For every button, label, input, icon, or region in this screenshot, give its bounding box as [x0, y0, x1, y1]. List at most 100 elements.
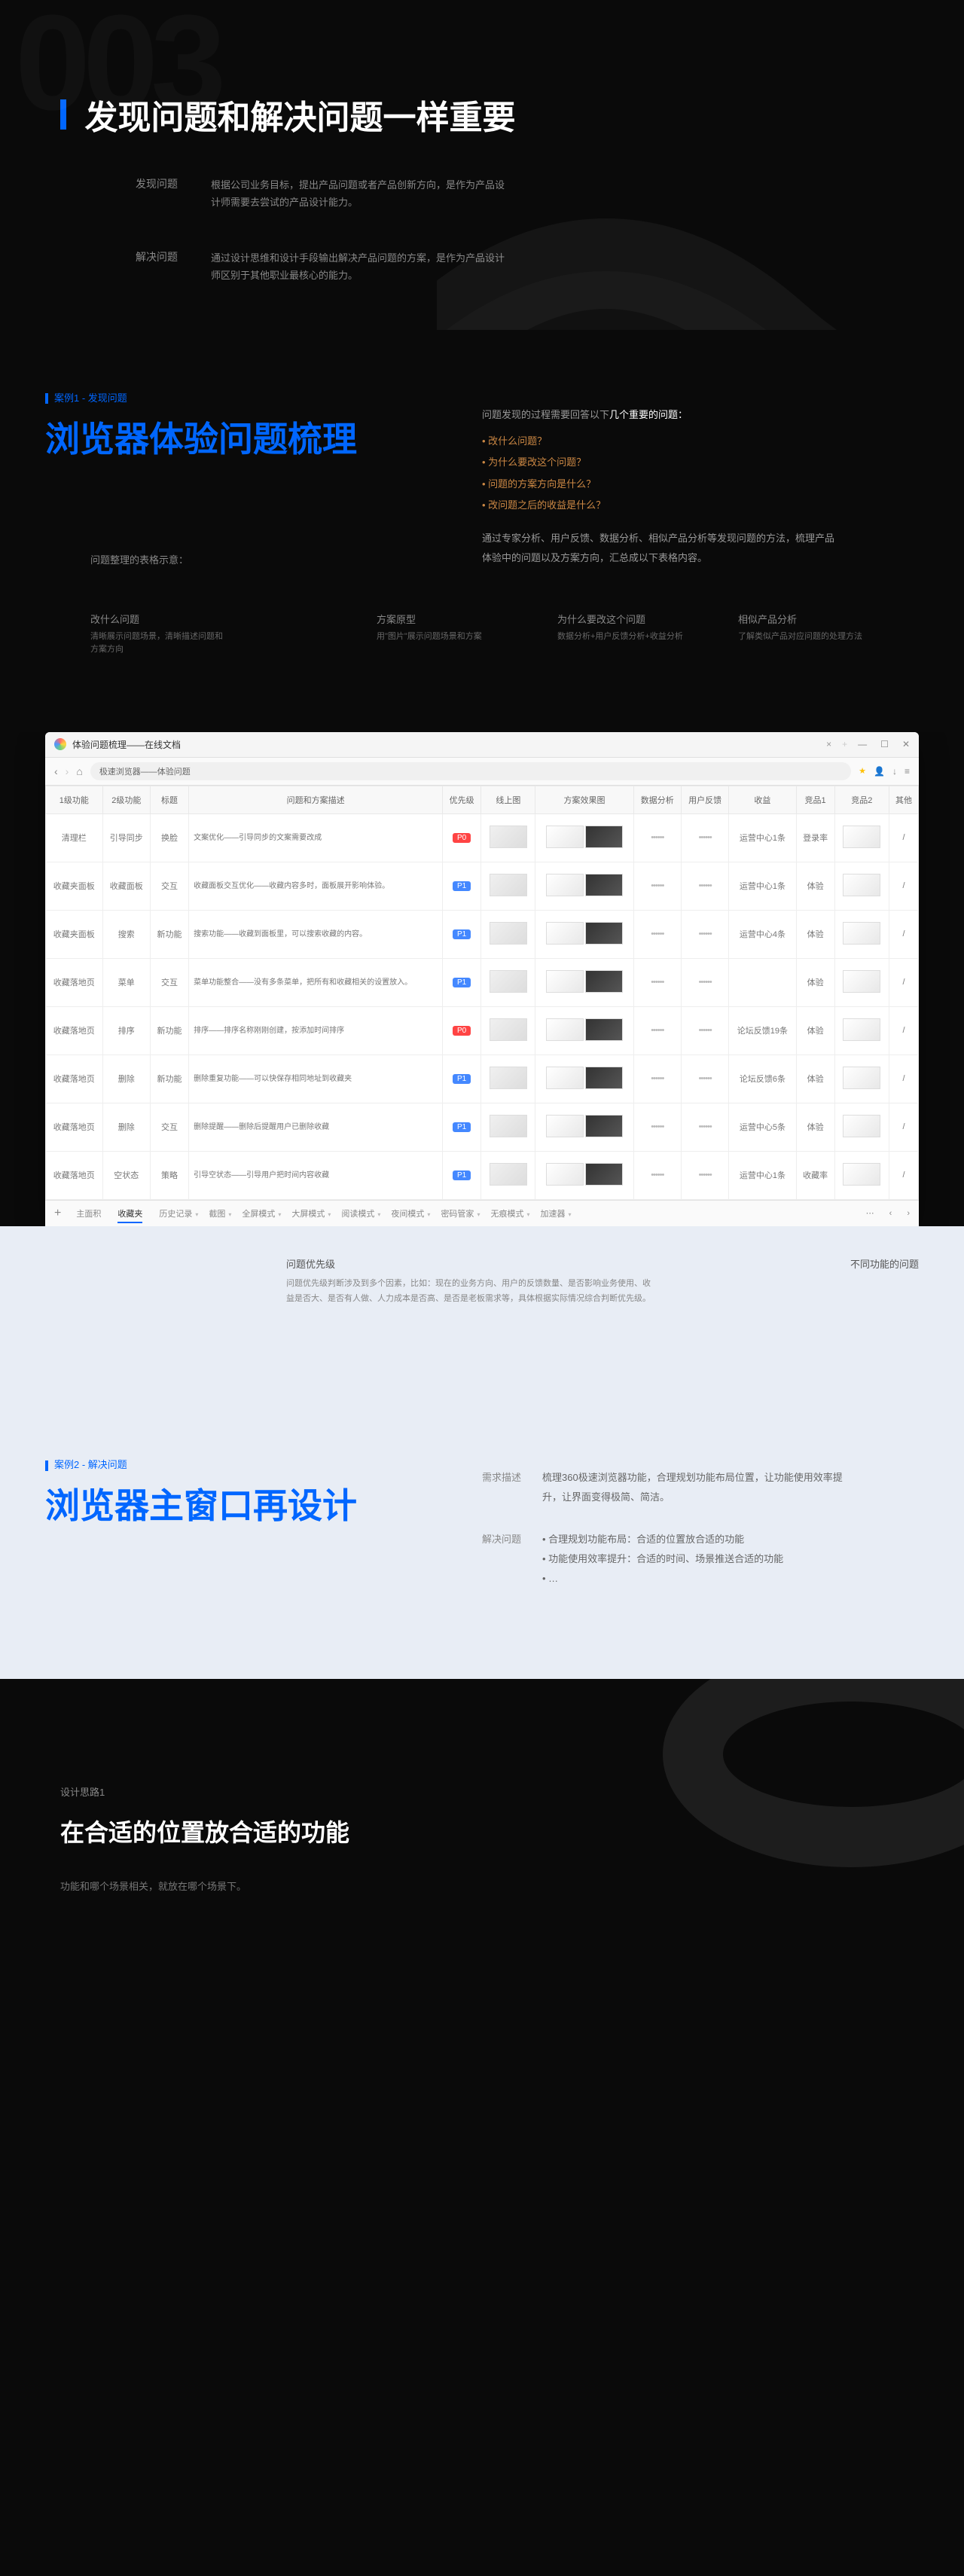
annotation: 改什么问题 清晰展示问题场景，清晰描述问题和方案方向	[90, 612, 226, 657]
bottom-tab[interactable]: 收藏夹	[117, 1210, 142, 1223]
cell-desc: 收藏面板交互优化——收藏内容多时，面板展开影响体验。	[189, 862, 443, 910]
close-tab-icon[interactable]: ×	[826, 739, 831, 749]
menu-icon[interactable]: ≡	[905, 766, 910, 777]
cell-gain1: 论坛反馈6条	[729, 1055, 796, 1103]
download-icon[interactable]: ↓	[892, 766, 897, 777]
info-label: 解决问题	[136, 249, 211, 285]
chevron-down-icon[interactable]: ▾	[427, 1211, 430, 1218]
cell-comp1	[834, 1055, 889, 1103]
table-header-cell: 优先级	[443, 786, 481, 813]
forward-icon[interactable]: ›	[66, 765, 69, 777]
cell-f1: 收藏夹面板	[46, 910, 103, 958]
desc-text: 梳理360极速浏览器功能，合理规划功能布局位置，让功能使用效率提升，让界面变得极…	[542, 1468, 859, 1507]
close-icon[interactable]: ✕	[902, 739, 910, 749]
cell-tag: 换脸	[150, 813, 188, 862]
bottom-tab[interactable]: 主面积	[76, 1210, 101, 1219]
table-header-cell: 1级功能	[46, 786, 103, 813]
cell-f2: 搜索	[102, 910, 150, 958]
chevron-down-icon[interactable]: ▾	[228, 1211, 231, 1218]
anno-sub: 用"图片"展示问题场景和方案	[377, 630, 512, 644]
cell-comp2: /	[889, 862, 918, 910]
chevron-right-icon[interactable]: ›	[907, 1209, 910, 1218]
cell-gain2: 体验	[796, 862, 834, 910]
annotation: 为什么要改这个问题 数据分析+用户反馈分析+收益分析	[557, 612, 693, 657]
cell-desc: 删除提醒——删除后提醒用户已删除收藏	[189, 1103, 443, 1151]
cell-priority: P0	[443, 813, 481, 862]
chevron-down-icon[interactable]: ▾	[377, 1211, 380, 1218]
anno-sub: 了解类似产品对应问题的处理方法	[738, 630, 874, 644]
cell-gain1	[729, 958, 796, 1006]
table-header-cell: 2级功能	[102, 786, 150, 813]
cell-f1: 收藏落地页	[46, 1151, 103, 1199]
cell-thumb	[535, 1006, 633, 1055]
bottom-tab[interactable]: 大屏模式	[291, 1210, 325, 1219]
minimize-icon[interactable]: —	[858, 739, 867, 749]
solve-label: 解决问题	[482, 1530, 542, 1589]
anno-title: 方案原型	[377, 612, 512, 626]
cell-thumb	[481, 862, 535, 910]
cell-comp1	[834, 862, 889, 910]
cell-gain1: 运营中心4条	[729, 910, 796, 958]
app-icon	[54, 738, 66, 750]
chevron-down-icon[interactable]: ▾	[568, 1211, 571, 1218]
user-icon[interactable]: 👤	[874, 766, 885, 777]
cell-tag: 新功能	[150, 1055, 188, 1103]
table-header-cell: 线上图	[481, 786, 535, 813]
chevron-down-icon[interactable]: ▾	[328, 1211, 331, 1218]
cell-comp2: /	[889, 910, 918, 958]
solve-item: …	[542, 1569, 783, 1589]
chevron-left-icon[interactable]: ‹	[889, 1209, 892, 1218]
cell-comp1	[834, 1006, 889, 1055]
cell-priority: P0	[443, 1006, 481, 1055]
cell-gain1: 运营中心1条	[729, 813, 796, 862]
function-note: 不同功能的问题	[657, 1256, 919, 1307]
note-title: 问题优先级	[286, 1256, 653, 1271]
bullet-item: 改问题之后的收益是什么？	[482, 495, 844, 517]
bottom-tab[interactable]: 截图	[209, 1210, 225, 1219]
solve-list: 合理规划功能布局：合适的位置放合适的功能 功能使用效率提升：合适的时间、场景推送…	[542, 1530, 783, 1589]
cell-comp1	[834, 1103, 889, 1151]
cell-thumb	[535, 813, 633, 862]
maximize-icon[interactable]: ☐	[880, 739, 889, 749]
annotation: 相似产品分析 了解类似产品对应问题的处理方法	[738, 612, 874, 657]
bottom-tab[interactable]: 加速器	[540, 1210, 565, 1219]
cell-f2: 菜单	[102, 958, 150, 1006]
star-icon[interactable]: ★	[859, 766, 866, 776]
address-bar[interactable]: 极速浏览器——体验问题	[90, 762, 851, 780]
below-annotations: 问题优先级 问题优先级判断涉及到多个因素，比如：现在的业务方向、用户的反馈数量、…	[0, 1226, 964, 1382]
chevron-down-icon[interactable]: ▾	[195, 1211, 198, 1218]
bottom-tab[interactable]: 阅读模式	[341, 1210, 374, 1219]
table-row: 清理栏引导同步换脸文案优化——引导同步的文案需要改成P0••••••••••••…	[46, 813, 919, 862]
cell-thumb	[535, 862, 633, 910]
bottom-tab[interactable]: 历史记录	[159, 1210, 192, 1219]
table-header-cell: 竞品1	[796, 786, 834, 813]
cell-gain1: 运营中心1条	[729, 862, 796, 910]
browser-toolbar: ‹ › ⌂ 极速浏览器——体验问题 ★ 👤 ↓ ≡	[45, 758, 919, 786]
add-tab-icon[interactable]: +	[54, 1207, 61, 1220]
cell-data: ••••••	[633, 1006, 681, 1055]
cell-data: ••••••	[633, 910, 681, 958]
bullet-item: 为什么要改这个问题？	[482, 452, 844, 474]
chevron-down-icon[interactable]: ▾	[477, 1211, 480, 1218]
new-tab-icon[interactable]: +	[842, 739, 847, 749]
cell-comp2: /	[889, 1103, 918, 1151]
back-icon[interactable]: ‹	[54, 765, 58, 777]
bottom-tab[interactable]: 无痕模式	[490, 1210, 523, 1219]
bottom-tab[interactable]: 夜间模式	[391, 1210, 424, 1219]
cell-feedback: ••••••	[681, 958, 728, 1006]
chevron-down-icon[interactable]: ▾	[278, 1211, 281, 1218]
more-icon[interactable]: ⋯	[866, 1208, 874, 1218]
tab-title[interactable]: 体验问题梳理——在线文档	[72, 738, 826, 751]
cell-comp2: /	[889, 1006, 918, 1055]
table-header-cell: 竞品2	[834, 786, 889, 813]
cell-f1: 收藏落地页	[46, 1055, 103, 1103]
light-section: 问题优先级 问题优先级判断涉及到多个因素，比如：现在的业务方向、用户的反馈数量、…	[0, 1226, 964, 1680]
bottom-tab[interactable]: 密码管家	[441, 1210, 474, 1219]
chevron-down-icon[interactable]: ▾	[526, 1211, 529, 1218]
home-icon[interactable]: ⌂	[76, 765, 82, 777]
table-row: 收藏落地页删除新功能删除重复功能——可以快保存相同地址到收藏夹P1•••••••…	[46, 1055, 919, 1103]
anno-title: 相似产品分析	[738, 612, 874, 626]
cell-thumb	[535, 958, 633, 1006]
bottom-tab[interactable]: 全屏模式	[242, 1210, 275, 1219]
cell-gain1: 运营中心1条	[729, 1151, 796, 1199]
